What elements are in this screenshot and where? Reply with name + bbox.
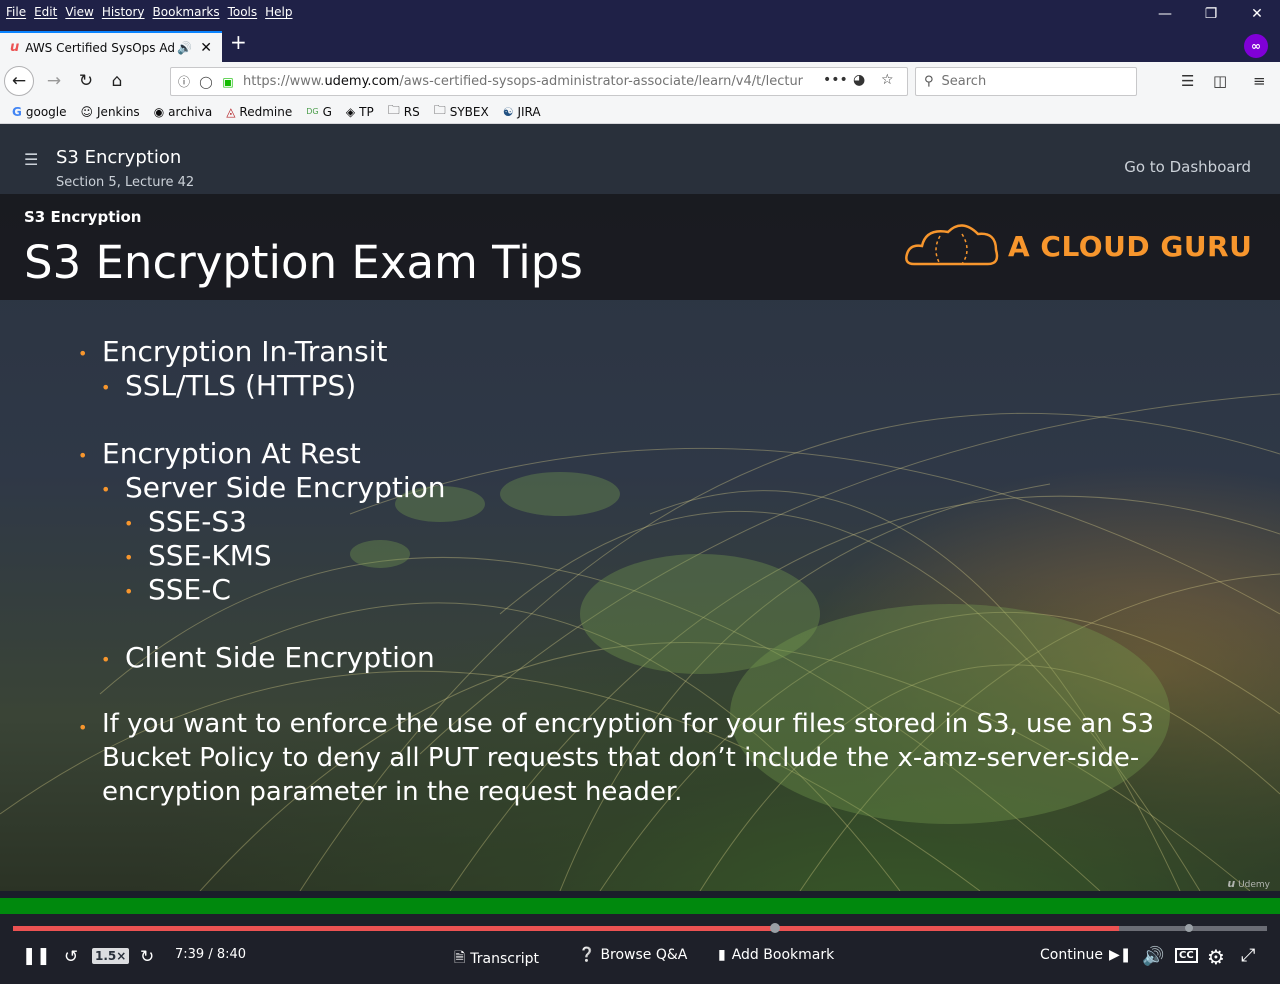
lecture-title: S3 Encryption [56, 147, 182, 168]
volume-icon[interactable]: 🔊 [1142, 946, 1164, 967]
tab-udemy[interactable]: u AWS Certified SysOps Admi 🔊 ✕ [0, 31, 222, 62]
add-bookmark-button[interactable]: ▮ Add Bookmark [718, 947, 834, 963]
private-browsing-icon: ∞ [1244, 34, 1268, 58]
menu-bookmarks[interactable]: Bookmarks [149, 5, 224, 19]
bookmark-icon: ▮ [718, 947, 726, 963]
udemy-watermark-icon: u [1227, 877, 1236, 890]
search-input[interactable]: ⚲ Search [915, 67, 1137, 96]
lock-icon[interactable]: ▣ [219, 75, 237, 89]
new-tab-icon[interactable]: + [230, 32, 247, 52]
jenkins-icon: ☺ [80, 104, 94, 119]
jira-icon: ☯ [502, 104, 514, 119]
reload-icon[interactable]: ↻ [72, 67, 100, 95]
fullscreen-icon[interactable]: ⤢ [1241, 945, 1255, 966]
archiva-icon: ◉ [153, 104, 165, 119]
info-icon[interactable]: ⓘ [175, 73, 193, 90]
bullet-bucket-policy-line-2: Bucket Policy to deny all PUT requests t… [102, 743, 1140, 773]
nav-bar: ← → ↻ ⌂ ⓘ ◯ ▣ https://www.udemy.com/aws-… [0, 62, 1280, 100]
forward-icon[interactable]: → [40, 67, 68, 95]
bookmark-redmine[interactable]: ◬ Redmine [226, 105, 292, 119]
tab-close-icon[interactable]: ✕ [200, 40, 212, 56]
hamburger-menu-icon[interactable]: ≡ [1253, 72, 1266, 90]
buffer-marker [1185, 924, 1193, 932]
cc-icon: CC [1175, 948, 1198, 963]
continue-button[interactable]: Continue ▶❚ [1040, 947, 1131, 963]
forward-skip-icon[interactable]: ↻ [140, 947, 154, 967]
tab-strip: u AWS Certified SysOps Admi 🔊 ✕ [0, 24, 1280, 62]
captions-button[interactable]: CC [1175, 948, 1198, 963]
slide-kicker: S3 Encryption [24, 208, 142, 226]
transcript-button[interactable]: 🗎 Transcript [454, 947, 539, 971]
back-icon[interactable]: ← [4, 66, 34, 96]
udemy-favicon-icon: u [10, 40, 20, 55]
redmine-icon: ◬ [226, 104, 236, 119]
search-icon: ⚲ [924, 74, 934, 89]
menu-history[interactable]: History [98, 5, 149, 19]
rewind-icon[interactable]: ↺ [64, 947, 78, 967]
udemy-watermark: u Udemy [1227, 877, 1270, 890]
bookmark-rs[interactable]: 🗀 RS [388, 101, 420, 122]
progress-fill [13, 926, 1119, 931]
settings-gear-icon[interactable]: ⚙ [1207, 945, 1225, 969]
bullet-encryption-at-rest: • Encryption At Rest [78, 437, 361, 470]
menu-help[interactable]: Help [261, 5, 296, 19]
url-text[interactable]: https://www.udemy.com/aws-certified-syso… [243, 74, 803, 89]
bookmark-jira[interactable]: ☯ JIRA [503, 105, 541, 119]
folder-icon: 🗀 [433, 103, 446, 117]
video-player[interactable]: S3 Encryption S3 Encryption Exam Tips A … [0, 194, 1280, 891]
bullet-sse-c: • SSE-C [124, 573, 231, 606]
bullet-server-side-encryption: • Server Side Encryption [101, 471, 446, 504]
question-icon: ❔ [578, 947, 596, 963]
bookmark-jenkins[interactable]: ☺ Jenkins [81, 105, 140, 119]
bullet-encryption-in-transit: • Encryption In-Transit [78, 335, 388, 368]
transcript-icon: 🗎 [454, 950, 466, 966]
menu-file[interactable]: File [2, 5, 30, 19]
bullet-ssl-tls: • SSL/TLS (HTTPS) [101, 369, 357, 402]
time-display: 7:39 / 8:40 [175, 947, 247, 962]
bookmark-star-icon[interactable]: ☆ [881, 72, 894, 88]
tab-audio-icon[interactable]: 🔊 [177, 41, 192, 55]
tab-title: AWS Certified SysOps Admi [25, 40, 176, 55]
playback-speed-button[interactable]: 1.5× [92, 948, 130, 964]
bullet-bucket-policy-line-1: • If you want to enforce the use of encry… [78, 709, 1155, 739]
g-icon: DG [306, 107, 319, 116]
go-to-dashboard-link[interactable]: Go to Dashboard [1124, 158, 1251, 176]
bullet-client-side-encryption: • Client Side Encryption [101, 641, 435, 674]
menu-bar: File Edit View History Bookmarks Tools H… [0, 0, 1280, 24]
pause-icon[interactable]: ❚❚ [22, 946, 51, 966]
bullet-sse-kms: • SSE-KMS [124, 539, 272, 572]
bookmark-google[interactable]: Ggoogle [12, 105, 67, 119]
pocket-icon[interactable]: ◕ [853, 72, 865, 88]
slide-title: S3 Encryption Exam Tips [24, 236, 583, 289]
url-bar[interactable]: ⓘ ◯ ▣ https://www.udemy.com/aws-certifie… [170, 67, 908, 96]
page-actions-icon[interactable]: ••• [823, 72, 848, 88]
menu-view[interactable]: View [61, 5, 97, 19]
bookmarks-bar: Ggoogle ☺ Jenkins ◉ archiva ◬ Redmine DG G ◈… [0, 100, 1280, 124]
lecture-subtitle: Section 5, Lecture 42 [56, 175, 195, 190]
search-placeholder: Search [941, 74, 987, 89]
tp-icon: ◈ [345, 104, 356, 119]
logo-text: A CLOUD GURU [1008, 230, 1253, 263]
progress-knob[interactable] [770, 923, 780, 933]
bullet-bucket-policy-line-3: encryption parameter in the request head… [102, 777, 683, 807]
menu-tools[interactable]: Tools [224, 5, 262, 19]
next-icon: ▶❚ [1108, 947, 1132, 963]
bullet-sse-s3: • SSE-S3 [124, 505, 247, 538]
folder-icon: 🗀 [387, 103, 400, 117]
curriculum-list-icon[interactable]: ☰ [24, 150, 38, 169]
tracking-shield-icon[interactable]: ◯ [197, 75, 215, 89]
bookmark-sybex[interactable]: 🗀 SYBEX [434, 101, 489, 122]
caption-bar [0, 898, 1280, 914]
sidebar-icon[interactable]: ◫ [1213, 72, 1227, 90]
home-icon[interactable]: ⌂ [103, 67, 131, 95]
google-icon: G [12, 104, 22, 119]
menu-edit[interactable]: Edit [30, 5, 61, 19]
library-icon[interactable]: ☰ [1181, 72, 1194, 90]
bookmark-archiva[interactable]: ◉ archiva [154, 105, 213, 119]
bookmark-tp[interactable]: ◈ TP [346, 105, 374, 119]
bookmark-g[interactable]: DG G [306, 105, 332, 119]
browse-qa-button[interactable]: ❔ Browse Q&A [578, 947, 687, 963]
